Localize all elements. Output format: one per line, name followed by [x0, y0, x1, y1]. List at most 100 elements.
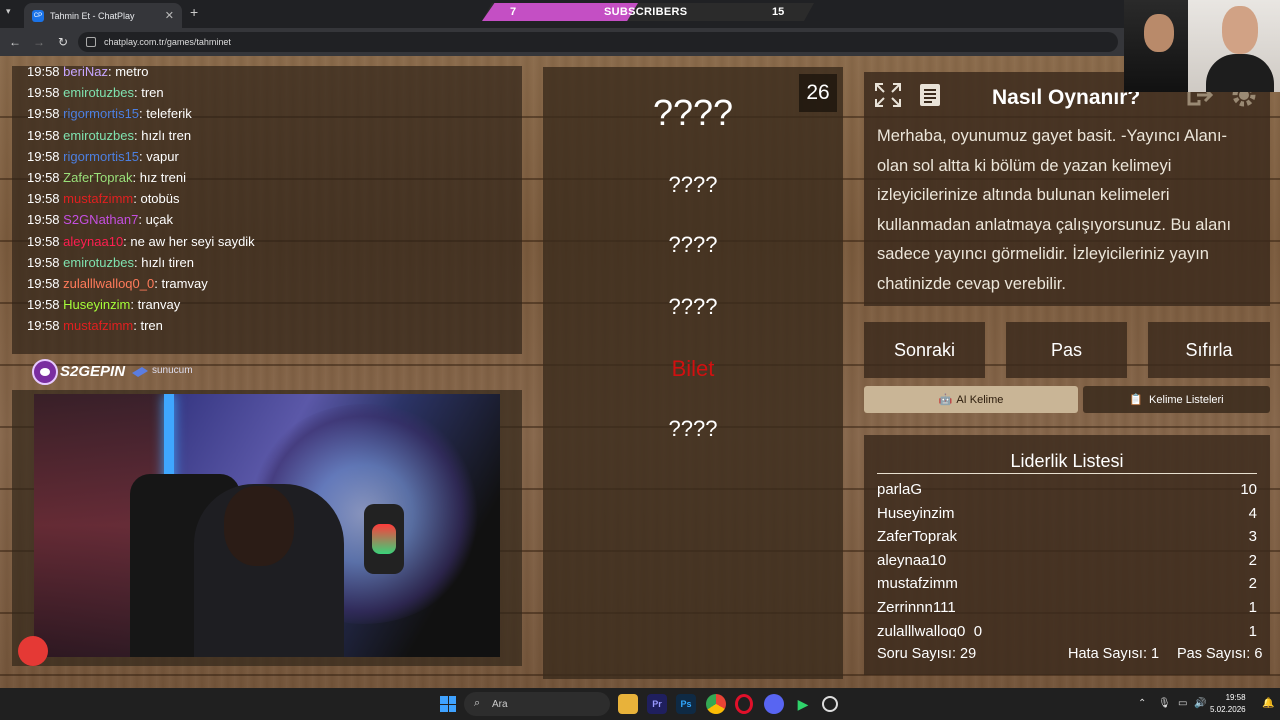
taskbar-clock[interactable]: 19:58 5.02.2026 — [1210, 692, 1246, 716]
leaderboard-score: 2 — [1248, 575, 1257, 593]
chat-username[interactable]: mustafzimm — [63, 318, 133, 333]
chat-username[interactable]: S2GNathan7 — [63, 212, 138, 227]
chat-username[interactable]: aleynaa10 — [63, 234, 123, 249]
back-icon[interactable]: ← — [3, 35, 27, 49]
chat-username[interactable]: ZaferToprak — [63, 170, 132, 185]
leaderboard-name: zulalllwalloq0_0 — [877, 622, 983, 637]
chat-text: vapur — [146, 148, 179, 164]
chat-time: 19:58 — [27, 148, 60, 164]
tab-search-icon[interactable]: ▾ — [6, 6, 11, 17]
reload-icon[interactable]: ↻ — [51, 35, 75, 49]
chat-username[interactable]: zulalllwalloq0_0 — [63, 276, 154, 291]
new-tab-icon[interactable]: + — [190, 4, 198, 20]
pass-count: Pas Sayısı: 6 — [1177, 646, 1263, 662]
discord-icon[interactable] — [764, 694, 784, 714]
word-lists-button[interactable]: 📋 Kelime Listeleri — [1083, 386, 1270, 413]
windows-start-icon[interactable] — [440, 696, 456, 712]
chatplay-favicon: CP — [32, 9, 44, 22]
site-info-icon[interactable] — [86, 37, 96, 47]
ai-word-label: AI Kelime — [956, 393, 1004, 406]
chrome-icon[interactable] — [706, 694, 726, 714]
robot-icon: 🤖 — [938, 394, 953, 406]
word-lists-label: Kelime Listeleri — [1149, 393, 1224, 406]
taskbar-search-placeholder: Ara — [492, 698, 508, 710]
how-to-play-text: Merhaba, oyunumuz gayet basit. -Yayıncı … — [877, 127, 1232, 293]
clock-time: 19:58 — [1225, 693, 1246, 702]
windows-taskbar: ⌕ Ara Pr Ps ▶ ⌃ 🎙 ▭ 🔊 19:58 5.02.2026 🔔 — [0, 688, 1280, 720]
play-icon[interactable]: ▶ — [793, 694, 813, 714]
subscriber-goal: 15 — [772, 6, 785, 18]
sponsor-logos: S2GEPIN sunucum — [30, 355, 250, 389]
leaderboard-name: aleynaa10 — [877, 551, 947, 569]
chat-time: 19:58 — [27, 212, 60, 228]
subscriber-label: SUBSCRIBERS — [604, 6, 688, 18]
chat-time: 19:58 — [27, 106, 60, 122]
leaderboard-row: Huseyinzim 4 — [877, 505, 1257, 529]
pass-button[interactable]: Pas — [1006, 322, 1127, 378]
chat-message: 19:58 rigormortis15: teleferik — [27, 106, 192, 122]
chat-message: 19:58 aleynaa10: ne aw her seyi saydik — [27, 233, 255, 249]
chat-username[interactable]: rigormortis15 — [63, 149, 139, 164]
reset-button[interactable]: Sıfırla — [1148, 322, 1270, 378]
file-explorer-icon[interactable] — [618, 694, 638, 714]
browser-tab[interactable]: CP Tahmin Et - ChatPlay ✕ — [24, 3, 182, 28]
chat-time: 19:58 — [27, 127, 60, 143]
leaderboard-row: zulalllwalloq0_0 1 — [877, 623, 1257, 637]
chat-text: teleferik — [146, 106, 192, 122]
url-text: chatplay.com.tr/games/tahminet — [104, 37, 231, 47]
chat-username[interactable]: emirotuzbes — [63, 128, 134, 143]
leaderboard-score: 1 — [1248, 598, 1257, 616]
leaderboard-name: ZaferToprak — [877, 528, 958, 546]
s2gepin-logo — [32, 359, 58, 385]
leaderboard-row: ZaferToprak 3 — [877, 528, 1257, 552]
forward-icon[interactable]: → — [27, 35, 51, 49]
premiere-icon[interactable]: Pr — [647, 694, 667, 714]
app-icon[interactable] — [822, 696, 838, 712]
leaderboard-name: Huseyinzim — [877, 504, 955, 522]
network-icon[interactable]: ▭ — [1178, 698, 1187, 709]
leaderboard-list[interactable]: parlaG 10 Huseyinzim 4 ZaferToprak 3 aleynaa10… — [877, 481, 1257, 637]
streamer-webcam — [34, 394, 500, 657]
microphone-icon[interactable]: 🎙 — [1158, 698, 1171, 709]
chat-message: 19:58 ZaferToprak: hız treni — [27, 169, 187, 185]
chat-username[interactable]: emirotuzbes — [63, 85, 134, 100]
subscriber-goal-bar: 7 SUBSCRIBERS 15 — [482, 3, 814, 21]
chat-time: 19:58 — [27, 318, 60, 334]
chat-username[interactable]: emirotuzbes — [63, 255, 134, 270]
tray-chevron-icon[interactable]: ⌃ — [1138, 698, 1146, 709]
chat-message: 19:58 beriNaz: metro — [27, 66, 149, 79]
chat-username[interactable]: beriNaz — [63, 66, 108, 79]
chat-message: 19:58 zulalllwalloq0_0: tramvay — [27, 275, 208, 291]
chat-text: metro — [115, 66, 149, 79]
close-tab-icon[interactable]: ✕ — [165, 9, 174, 22]
question-count: Soru Sayısı: 29 — [877, 646, 977, 662]
chat-username[interactable]: mustafzimm — [63, 191, 133, 206]
chat-text: hız treni — [139, 169, 187, 185]
chat-username[interactable]: rigormortis15 — [63, 106, 139, 121]
chat-text: tren — [141, 85, 164, 101]
taskbar-search[interactable]: ⌕ Ara — [464, 692, 610, 716]
leaderboard-row: aleynaa10 2 — [877, 552, 1257, 576]
leaderboard-name: mustafzimm — [877, 575, 958, 593]
chat-message: 19:58 emirotuzbes: hızlı tiren — [27, 254, 194, 270]
ai-word-button[interactable]: 🤖 AI Kelime — [864, 386, 1078, 413]
chat-message: 19:58 S2GNathan7: uçak — [27, 212, 174, 228]
notifications-icon[interactable]: 🔔 — [1262, 698, 1274, 709]
volume-icon[interactable]: 🔊 — [1194, 698, 1206, 709]
chat-text: ne aw her seyi saydik — [130, 233, 255, 249]
leaderboard-name: parlaG — [877, 481, 923, 498]
fullscreen-icon[interactable] — [872, 80, 904, 110]
next-button[interactable]: Sonraki — [864, 322, 985, 378]
chat-message: 19:58 mustafzimm: otobüs — [27, 191, 180, 207]
url-field[interactable]: chatplay.com.tr/games/tahminet — [78, 32, 1118, 52]
photoshop-icon[interactable]: Ps — [676, 694, 696, 714]
chat-time: 19:58 — [27, 233, 60, 249]
opera-icon[interactable] — [735, 694, 753, 714]
chat-message: 19:58 mustafzimm: tren — [27, 318, 163, 334]
leaderboard-score: 1 — [1248, 622, 1257, 637]
notes-icon[interactable] — [914, 80, 946, 110]
leaderboard-score: 4 — [1248, 504, 1257, 522]
search-icon: ⌕ — [474, 697, 481, 709]
record-icon[interactable] — [18, 636, 48, 666]
chat-username[interactable]: Huseyinzim — [63, 297, 130, 312]
